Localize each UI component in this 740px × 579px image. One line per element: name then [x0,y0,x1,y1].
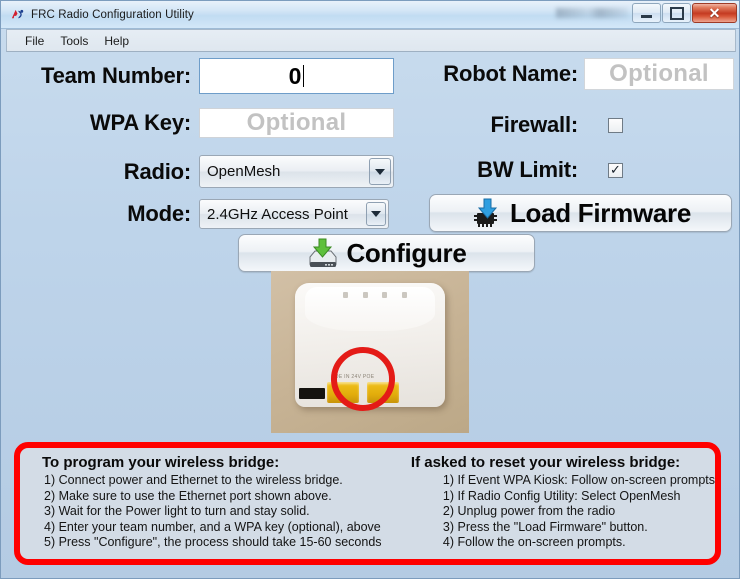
team-number-row: Team Number: 0 [6,58,401,94]
configure-label: Configure [346,237,467,268]
menu-item-file[interactable]: File [17,32,52,50]
firewall-checkbox-wrap [608,117,623,133]
robot-name-input[interactable]: Optional [584,58,734,90]
menu-item-tools[interactable]: Tools [52,32,96,50]
instructions-right-line: 3) Press the "Load Firmware" button. [442,519,648,534]
frc-logo-icon [10,7,25,22]
wpa-key-placeholder: Optional [246,109,347,136]
red-circle-highlight [331,347,395,411]
text-cursor [303,65,305,87]
instructions-left-column: To program your wireless bridge: 1) Conn… [20,448,401,559]
firewall-checkbox[interactable] [608,117,623,133]
power-port [299,388,325,399]
robot-name-row: Robot Name: Optional [406,58,736,90]
robot-name-placeholder: Optional [609,60,709,87]
load-firmware-label: Load Firmware [509,197,692,228]
maximize-button[interactable] [662,3,691,23]
instructions-left-line: 2) Make sure to use the Ethernet port sh… [44,488,332,503]
instructions-panel: To program your wireless bridge: 1) Conn… [14,442,721,565]
instructions-left-line: 3) Wait for the Power light to turn and … [44,504,310,519]
bw-limit-checkbox[interactable]: ✓ [608,161,623,178]
close-button[interactable]: ✕ [692,3,737,23]
instructions-right-line: 1) If Event WPA Kiosk: Follow on-screen … [442,473,715,487]
wpa-key-row: WPA Key: Optional [6,108,401,138]
bw-limit-checkbox-wrap: ✓ [608,161,623,178]
radio-selected-value: OpenMesh [207,163,281,180]
team-number-label: Team Number: [41,63,191,88]
title-bar[interactable]: FRC Radio Configuration Utility ✕ [1,1,739,29]
menu-bar: File Tools Help [6,29,736,52]
router-body: POE IN 24V POE [295,283,445,411]
instructions-right-heading: If asked to reset your wireless bridge: [410,454,681,471]
wpa-key-input[interactable]: Optional [199,108,394,138]
chevron-down-icon[interactable] [366,202,386,226]
wpa-key-label: WPA Key: [89,110,191,135]
router-leds [343,292,407,299]
instructions-left-line: 5) Press "Configure", the process should… [44,535,382,550]
minimize-button[interactable] [632,3,661,23]
radio-row: Radio: OpenMesh [6,155,401,188]
mode-select[interactable]: 2.4GHz Access Point [199,199,389,229]
radio-label: Radio: [123,158,191,184]
checkmark-icon: ✓ [610,161,621,177]
triangle-glyph [371,211,381,217]
robot-name-label: Robot Name: [443,61,578,86]
mode-selected-value: 2.4GHz Access Point [207,205,348,223]
instructions-right-column: If asked to reset your wireless bridge: … [401,448,715,559]
chevron-down-icon[interactable] [369,158,391,185]
titlebar-blur-artifact [556,8,628,18]
firewall-row: Firewall: [406,112,736,138]
minimize-icon [641,14,652,18]
firewall-label: Firewall: [490,112,579,137]
frc-radio-configuration-window: FRC Radio Configuration Utility ✕ File T… [0,0,740,579]
menu-item-help[interactable]: Help [96,32,137,50]
mode-label: Mode: [127,201,191,226]
team-number-value: 0 [288,62,302,89]
close-icon: ✕ [708,5,721,21]
instructions-left-heading: To program your wireless bridge: [42,454,280,471]
instructions-left-line: 4) Enter your team number, and a WPA key… [44,519,381,534]
triangle-glyph [375,168,385,175]
instructions-right-line: 1) If Radio Config Utility: Select OpenM… [442,488,681,503]
team-number-input[interactable]: 0 [199,58,394,94]
radio-select[interactable]: OpenMesh [199,155,394,188]
load-firmware-button[interactable]: Load Firmware [429,194,732,232]
bw-limit-row: BW Limit: ✓ [406,157,736,183]
window-controls: ✕ [631,3,737,23]
mode-row: Mode: 2.4GHz Access Point [6,199,401,229]
bw-limit-label: BW Limit: [477,157,578,182]
wireless-bridge-photo: POE IN 24V POE [271,271,469,433]
instructions-right-line: 4) Follow the on-screen prompts. [442,535,626,550]
chip-download-icon [470,198,504,228]
instructions-left-line: 1) Connect power and Ethernet to the wir… [44,473,343,487]
instructions-right-line: 2) Unplug power from the radio [442,504,616,519]
harddrive-download-icon [306,238,340,268]
configure-button[interactable]: Configure [238,234,535,272]
window-title: FRC Radio Configuration Utility [31,8,194,21]
maximize-icon [669,6,684,20]
